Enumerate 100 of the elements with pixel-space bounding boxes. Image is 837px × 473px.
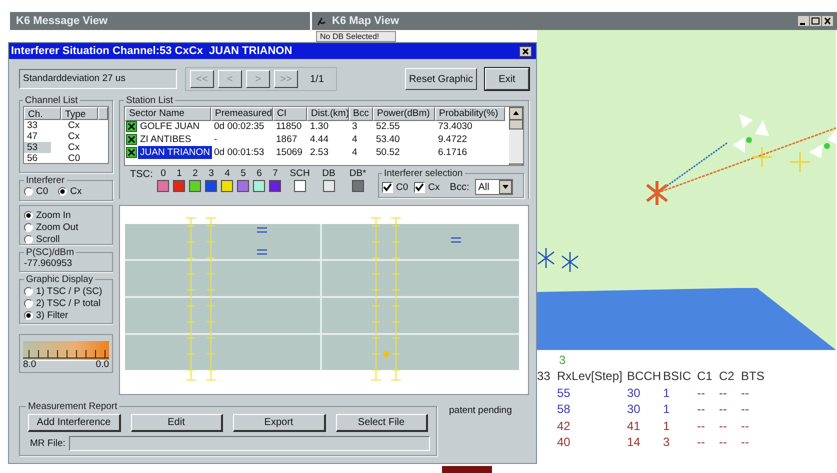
radio-label[interactable]: Zoom Out	[36, 222, 78, 232]
report-button[interactable]: Edit	[130, 414, 223, 432]
table-cell-text: 30	[627, 384, 642, 401]
checkbox-label[interactable]: Cx	[428, 182, 440, 192]
radio-button[interactable]	[24, 310, 33, 320]
x-mark-icon[interactable]	[126, 134, 137, 145]
column-header[interactable]: Sector Name	[125, 107, 211, 121]
radio-label[interactable]: 1) TSC / P (SC)	[36, 286, 102, 296]
report-button[interactable]: Select File	[336, 414, 428, 432]
column-header[interactable]: CI	[273, 107, 307, 121]
close-icon[interactable]	[822, 16, 833, 26]
sector-name[interactable]: JUAN TRIANON	[138, 146, 212, 159]
bcc-label: Bcc:	[450, 182, 470, 192]
list-cell[interactable]: 33	[24, 120, 65, 131]
list-cell[interactable]: 56	[24, 153, 65, 163]
table-cell-text: 1	[663, 401, 671, 418]
table-cell-text: 40	[557, 434, 572, 450]
radio-label[interactable]: Cx	[70, 186, 82, 197]
table-cell: 1.30	[310, 120, 328, 133]
column-header[interactable]: Probability(%)	[435, 107, 505, 121]
value-text: -77.960953	[24, 258, 74, 269]
list-cell[interactable]: 53	[24, 142, 51, 153]
legend-label: DB*	[349, 168, 366, 179]
table-cell-text: --	[741, 384, 750, 401]
radio-button[interactable]	[24, 222, 33, 232]
bcc-dropdown[interactable]: All	[475, 179, 514, 195]
checkbox[interactable]	[382, 182, 393, 192]
x-mark-icon[interactable]	[126, 147, 137, 158]
list-cell[interactable]: Cx	[65, 120, 106, 131]
maximize-icon[interactable]	[810, 16, 821, 26]
scrollbar[interactable]	[509, 107, 523, 165]
table-cell: 73.4030	[438, 120, 472, 133]
status-text: No DB Selected!	[316, 31, 396, 42]
legend-label: 5	[240, 168, 246, 179]
legend-label: DB	[322, 168, 336, 179]
list-cell[interactable]: 47	[24, 131, 65, 142]
legend-label: 1	[176, 168, 182, 179]
legend-label: 2	[192, 168, 198, 179]
report-button[interactable]: Add Interference	[28, 414, 120, 432]
table-cell-text: 1	[663, 418, 671, 434]
table-cell-text: --	[719, 401, 728, 418]
legend-label: 4	[224, 168, 230, 179]
checkbox[interactable]	[414, 182, 426, 192]
report-button[interactable]: Export	[233, 414, 326, 432]
table-cell-text: --	[719, 384, 728, 401]
column-header[interactable]: Premeasured	[211, 107, 273, 121]
sector-name[interactable]: GOLFE JUAN	[138, 120, 202, 133]
column-header: RxLev[Step]	[557, 368, 624, 384]
table-cell-text: --	[719, 418, 728, 434]
window-title: K6 Message View	[10, 12, 310, 30]
radio-button[interactable]	[24, 298, 33, 308]
table-cell: 4.44	[310, 133, 328, 146]
radio-button[interactable]	[24, 210, 33, 220]
checkbox-label[interactable]: C0	[396, 182, 408, 192]
list-cell[interactable]: Cx	[65, 131, 106, 142]
close-icon[interactable]	[519, 46, 532, 56]
radio-button[interactable]	[24, 187, 33, 196]
table-cell: 52.55	[376, 120, 400, 133]
column-header: BSIC	[663, 368, 692, 384]
group-label: Interferer selection	[383, 168, 464, 179]
table-cell-text: --	[741, 418, 750, 434]
minimize-icon[interactable]	[798, 16, 809, 26]
list-cell[interactable]: Cx	[65, 142, 106, 153]
list-cell[interactable]: C0	[65, 153, 106, 163]
table-cell: 53.40	[376, 133, 400, 146]
table-cell: 1867	[276, 133, 298, 146]
table-cell: -	[214, 133, 218, 146]
column-header[interactable]: Dist.(km)	[307, 107, 349, 121]
group-label: Station List	[125, 95, 174, 106]
radio-label[interactable]: 2) TSC / P total	[36, 298, 101, 308]
radio-label[interactable]: Zoom In	[36, 210, 71, 220]
x-mark-icon[interactable]	[126, 121, 137, 132]
scale-label: 0.0	[96, 359, 109, 370]
column-header[interactable]: Power(dBm)	[373, 107, 435, 121]
sector-name[interactable]: ZI ANTIBES	[138, 133, 194, 146]
table-cell: 3	[352, 120, 358, 133]
reset-graphic-button[interactable]: Reset Graphic	[405, 68, 477, 90]
radio-label[interactable]: Scroll	[36, 234, 60, 244]
table-cell-text: 30	[627, 401, 642, 418]
table-cell: 0d 00:02:35	[214, 120, 264, 133]
file-field[interactable]	[69, 436, 430, 451]
table-cell-text: 42	[557, 418, 572, 434]
radio-button[interactable]	[24, 286, 33, 296]
legend-label: 3	[208, 168, 214, 179]
exit-button[interactable]: Exit	[485, 68, 529, 90]
group-label: Channel List	[24, 95, 79, 106]
radio-label[interactable]: C0	[36, 186, 48, 197]
column-header[interactable]: Bcc	[349, 107, 373, 121]
radio-button[interactable]	[24, 234, 33, 244]
page-counter: 1/1	[310, 74, 324, 84]
column-header[interactable]: Type	[61, 107, 98, 120]
window-title: Interferer Situation Channel:53 CxCx JUAN TRIANON	[11, 45, 292, 57]
table-cell-text: 41	[627, 418, 642, 434]
note-text: patent pending	[449, 404, 512, 416]
table-cell-text: --	[719, 434, 728, 450]
radio-button[interactable]	[58, 187, 68, 196]
radio-label[interactable]: 3) Filter	[36, 310, 68, 320]
column-header[interactable]: Ch.	[24, 107, 62, 120]
table-cell-text: --	[697, 434, 706, 450]
legend-label: 7	[272, 168, 278, 179]
